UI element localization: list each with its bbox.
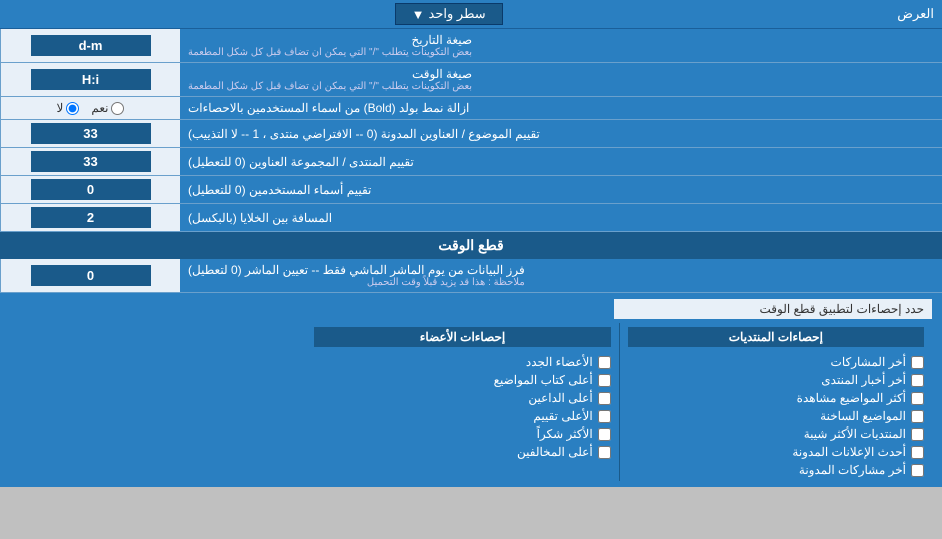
checkbox-last-posts[interactable] (911, 356, 924, 369)
gap-input[interactable] (31, 207, 151, 228)
radio-yes-label[interactable]: نعم (91, 101, 124, 115)
forum-order-input[interactable] (31, 151, 151, 172)
forum-order-row: تقييم المنتدى / المجموعة العناوين (0 للت… (0, 148, 942, 176)
checkbox-forum-news[interactable] (911, 374, 924, 387)
checkbox-item: المنتديات الأكثر شيبة (628, 427, 924, 441)
time-format-row: صيغة الوقت بعض التكوينات يتطلب "/" التي … (0, 63, 942, 97)
checkbox-top-inviters-label: أعلى الداعين (528, 391, 592, 405)
cut-section-input[interactable] (31, 265, 151, 286)
checkbox-top-rated-label: الأعلى تقييم (533, 409, 592, 423)
checkbox-new-members[interactable] (598, 356, 611, 369)
radio-yes[interactable] (111, 102, 124, 115)
date-format-input-cell (0, 29, 180, 62)
checkbox-most-viewed-label: أكثر المواضيع مشاهدة (797, 391, 906, 405)
time-format-input-cell (0, 63, 180, 96)
bold-radio-group: نعم لا (57, 101, 125, 115)
top-bar: العرض سطر واحد ▼ (0, 0, 942, 29)
checkbox-latest-announcements-label: أحدث الإعلانات المدونة (792, 445, 906, 459)
checkbox-top-violators-label: أعلى المخالفين (517, 445, 593, 459)
stats-section: حدد إحصاءات لتطبيق قطع الوقت إحصاءات الم… (0, 293, 942, 487)
topic-order-input-cell (0, 120, 180, 147)
checkbox-forum-news-label: أخر أخبار المنتدى (821, 373, 906, 387)
checkbox-item: الأكثر شكراً (314, 427, 610, 441)
checkbox-top-inviters[interactable] (598, 392, 611, 405)
topic-order-label: تقييم الموضوع / العناوين المدونة (0 -- ا… (180, 120, 942, 147)
checkbox-most-thanks-label: الأكثر شكراً (537, 427, 593, 441)
dropdown-arrow-icon: ▼ (412, 7, 425, 22)
forum-order-label: تقييم المنتدى / المجموعة العناوين (0 للت… (180, 148, 942, 175)
date-format-label: صيغة التاريخ بعض التكوينات يتطلب "/" الت… (180, 29, 942, 62)
username-order-label: تقييم أسماء المستخدمين (0 للتعطيل) (180, 176, 942, 203)
date-format-input[interactable] (31, 35, 151, 56)
member-stats-col: إحصاءات الأعضاء الأعضاء الجدد أعلى كتاب … (306, 323, 619, 481)
stats-limit-label: حدد إحصاءات لتطبيق قطع الوقت (614, 299, 932, 319)
cut-section-input-cell (0, 259, 180, 292)
cut-section-header: قطع الوقت (0, 232, 942, 259)
checkbox-most-viewed[interactable] (911, 392, 924, 405)
checkbox-item: أعلى الداعين (314, 391, 610, 405)
time-format-input[interactable] (31, 69, 151, 90)
checkbox-top-writers[interactable] (598, 374, 611, 387)
bold-remove-row: ازالة نمط بولد (Bold) من اسماء المستخدمي… (0, 97, 942, 120)
username-order-input-cell (0, 176, 180, 203)
checkbox-most-popular-label: المنتديات الأكثر شيبة (804, 427, 906, 441)
checkbox-item: أخر أخبار المنتدى (628, 373, 924, 387)
checkbox-item: الأعضاء الجدد (314, 355, 610, 369)
cut-section-label: فرز البيانات من يوم الماشر الماشي فقط --… (180, 259, 942, 292)
forum-stats-col: إحصاءات المنتديات أخر المشاركات أخر أخبا… (620, 323, 932, 481)
checkbox-new-members-label: الأعضاء الجدد (526, 355, 593, 369)
time-format-label: صيغة الوقت بعض التكوينات يتطلب "/" التي … (180, 63, 942, 96)
topic-order-row: تقييم الموضوع / العناوين المدونة (0 -- ا… (0, 120, 942, 148)
checkbox-last-blog[interactable] (911, 464, 924, 477)
bold-remove-input-cell: نعم لا (0, 97, 180, 119)
forum-order-input-cell (0, 148, 180, 175)
checkbox-item: أخر المشاركات (628, 355, 924, 369)
radio-no[interactable] (66, 102, 79, 115)
date-format-row: صيغة التاريخ بعض التكوينات يتطلب "/" الت… (0, 29, 942, 63)
checkbox-item: أعلى كتاب المواضيع (314, 373, 610, 387)
checkbox-most-popular[interactable] (911, 428, 924, 441)
checkbox-hot-topics-label: المواضيع الساخنة (820, 409, 906, 423)
top-bar-label: العرض (897, 6, 934, 22)
bold-remove-label: ازالة نمط بولد (Bold) من اسماء المستخدمي… (180, 97, 942, 119)
dropdown-label: سطر واحد (429, 6, 486, 22)
checkbox-item: أخر مشاركات المدونة (628, 463, 924, 477)
display-dropdown[interactable]: سطر واحد ▼ (395, 3, 503, 25)
checkbox-item: المواضيع الساخنة (628, 409, 924, 423)
checkbox-top-rated[interactable] (598, 410, 611, 423)
gap-input-cell (0, 204, 180, 231)
checkbox-hot-topics[interactable] (911, 410, 924, 423)
checkbox-last-blog-label: أخر مشاركات المدونة (799, 463, 906, 477)
checkbox-item: أعلى المخالفين (314, 445, 610, 459)
radio-no-label[interactable]: لا (57, 101, 80, 115)
checkbox-columns: إحصاءات المنتديات أخر المشاركات أخر أخبا… (10, 323, 932, 481)
checkbox-latest-announcements[interactable] (911, 446, 924, 459)
checkbox-item: الأعلى تقييم (314, 409, 610, 423)
gap-row: المسافة بين الخلايا (بالبكسل) (0, 204, 942, 232)
cut-section-row: فرز البيانات من يوم الماشر الماشي فقط --… (0, 259, 942, 293)
member-stats-header: إحصاءات الأعضاء (314, 327, 610, 347)
checkbox-last-posts-label: أخر المشاركات (831, 355, 906, 369)
checkbox-item: أحدث الإعلانات المدونة (628, 445, 924, 459)
username-order-row: تقييم أسماء المستخدمين (0 للتعطيل) (0, 176, 942, 204)
username-order-input[interactable] (31, 179, 151, 200)
stats-empty-col (10, 323, 306, 481)
gap-label: المسافة بين الخلايا (بالبكسل) (180, 204, 942, 231)
checkbox-top-violators[interactable] (598, 446, 611, 459)
checkbox-most-thanks[interactable] (598, 428, 611, 441)
forum-stats-header: إحصاءات المنتديات (628, 327, 924, 347)
checkbox-item: أكثر المواضيع مشاهدة (628, 391, 924, 405)
topic-order-input[interactable] (31, 123, 151, 144)
checkbox-top-writers-label: أعلى كتاب المواضيع (494, 373, 593, 387)
